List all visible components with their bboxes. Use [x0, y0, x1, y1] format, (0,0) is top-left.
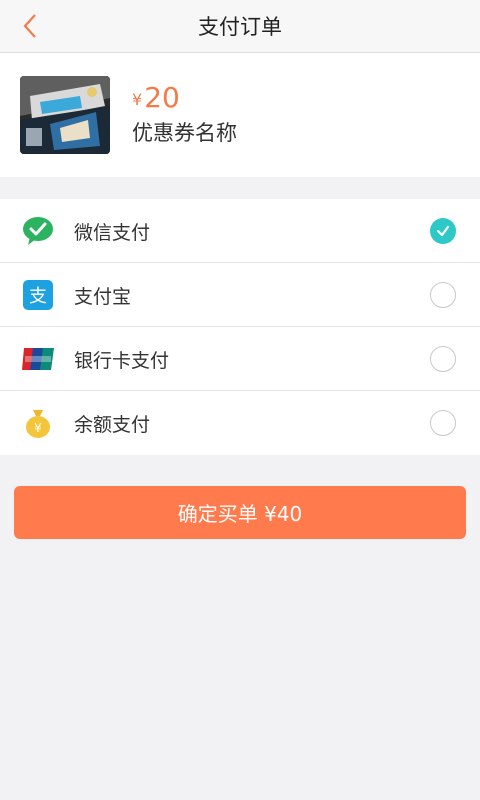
back-button[interactable]	[10, 6, 50, 46]
payment-option-label: 银行卡支付	[74, 349, 170, 372]
payment-option-balance[interactable]: ¥ 余额支付	[0, 391, 480, 455]
svg-text:¥: ¥	[34, 421, 42, 435]
radio-unselected[interactable]	[430, 346, 456, 372]
page-title: 支付订单	[198, 15, 282, 39]
check-icon	[436, 225, 450, 237]
payment-method-list: 微信支付 支 支付宝 银行卡支付 ¥ 余额支付	[0, 199, 480, 455]
confirm-purchase-button[interactable]: 确定买单 ¥40	[14, 486, 466, 539]
wechat-pay-icon	[22, 215, 54, 247]
radio-selected[interactable]	[430, 218, 456, 244]
payment-option-bank-card[interactable]: 银行卡支付	[0, 327, 480, 391]
svg-text:支: 支	[29, 286, 47, 307]
radio-unselected[interactable]	[430, 410, 456, 436]
chevron-left-icon	[23, 14, 36, 38]
payment-option-label: 微信支付	[74, 221, 151, 244]
payment-option-wechat[interactable]: 微信支付	[0, 199, 480, 263]
payment-option-label: 支付宝	[74, 285, 132, 308]
header-bar: 支付订单	[0, 0, 480, 53]
alipay-icon: 支	[22, 279, 54, 311]
money-bag-icon: ¥	[22, 407, 54, 439]
coupon-name: 优惠券名称	[132, 121, 237, 145]
payment-option-alipay[interactable]: 支 支付宝	[0, 263, 480, 327]
coupon-image	[20, 76, 110, 154]
currency-symbol: ¥	[132, 90, 143, 109]
payment-option-label: 余额支付	[74, 413, 151, 436]
coupon-price: 20	[144, 81, 180, 114]
radio-unselected[interactable]	[430, 282, 456, 308]
coupon-card: ¥ 20 优惠券名称	[0, 53, 480, 177]
unionpay-card-icon	[22, 343, 54, 375]
